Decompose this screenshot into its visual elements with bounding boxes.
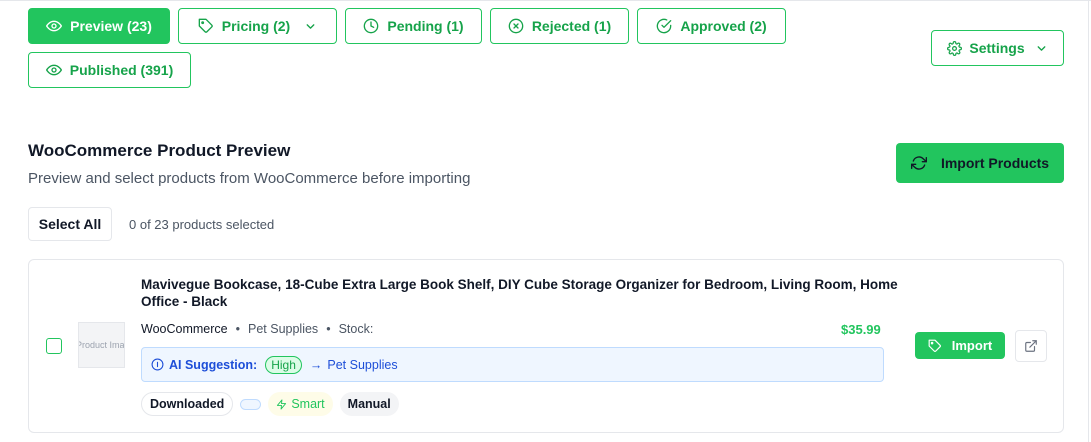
info-icon bbox=[151, 358, 164, 371]
meta-separator: • bbox=[326, 322, 331, 336]
tag-manual: Manual bbox=[339, 392, 399, 416]
tab-pricing-label: Pricing (2) bbox=[221, 18, 291, 34]
product-image-alt: Product Image bbox=[78, 340, 125, 350]
tag-icon bbox=[198, 18, 213, 33]
import-button-label: Import bbox=[951, 338, 993, 353]
tab-pricing[interactable]: Pricing (2) bbox=[178, 8, 337, 44]
tag-smart-label: Smart bbox=[291, 397, 325, 411]
tag-smart: Smart bbox=[268, 392, 333, 416]
product-source: WooCommerce bbox=[141, 322, 228, 336]
tag-icon bbox=[928, 339, 941, 352]
product-category: Pet Supplies bbox=[248, 322, 319, 336]
import-products-label: Import Products bbox=[940, 155, 1050, 171]
tab-published[interactable]: Published (391) bbox=[28, 52, 191, 88]
check-circle-icon bbox=[657, 18, 672, 34]
eye-icon bbox=[46, 20, 63, 32]
refresh-icon bbox=[910, 156, 927, 170]
select-all-button[interactable]: Select All bbox=[28, 207, 112, 241]
tab-approved[interactable]: Approved (2) bbox=[637, 8, 786, 44]
tab-rejected-label: Rejected (1) bbox=[531, 18, 612, 34]
product-stock: Stock: bbox=[338, 322, 374, 336]
meta-separator: • bbox=[235, 322, 240, 336]
scrollbar-edge bbox=[1088, 0, 1089, 442]
gear-icon bbox=[947, 40, 963, 56]
tab-published-label: Published (391) bbox=[69, 62, 174, 78]
x-circle-icon bbox=[508, 18, 524, 34]
chevron-down-icon bbox=[1037, 45, 1046, 51]
product-meta: WooCommerce • Pet Supplies • Stock: bbox=[141, 322, 373, 336]
tag-empty bbox=[240, 398, 262, 410]
top-divider bbox=[0, 0, 1091, 1]
product-tags: Downloaded Smart Manual bbox=[141, 392, 399, 416]
ai-suggested-category: Pet Supplies bbox=[327, 357, 398, 372]
tab-preview-label: Preview (23) bbox=[70, 18, 152, 34]
selection-count: 0 of 23 products selected bbox=[129, 217, 275, 232]
tab-preview[interactable]: Preview (23) bbox=[28, 8, 170, 44]
tab-rejected[interactable]: Rejected (1) bbox=[490, 8, 629, 44]
lightning-icon bbox=[277, 398, 287, 410]
ai-suggestion-label: AI Suggestion: bbox=[169, 357, 258, 372]
tab-approved-label: Approved (2) bbox=[680, 18, 767, 34]
section-subtitle: Preview and select products from WooComm… bbox=[28, 170, 471, 187]
open-external-button[interactable] bbox=[1015, 330, 1047, 362]
product-price: $35.99 bbox=[841, 322, 881, 337]
product-title: Mavivegue Bookcase, 18-Cube Extra Large … bbox=[141, 277, 898, 309]
eye-icon bbox=[45, 64, 62, 76]
tab-pending[interactable]: Pending (1) bbox=[345, 8, 482, 44]
settings-button[interactable]: Settings bbox=[931, 30, 1064, 66]
chevron-down-icon bbox=[306, 23, 315, 29]
clock-icon bbox=[364, 18, 379, 34]
external-link-icon bbox=[1025, 340, 1037, 352]
ai-confidence-badge: High bbox=[265, 355, 302, 374]
section-title: WooCommerce Product Preview bbox=[28, 141, 291, 160]
tag-downloaded: Downloaded bbox=[141, 392, 234, 416]
product-checkbox[interactable] bbox=[46, 338, 62, 354]
import-products-button[interactable]: Import Products bbox=[896, 143, 1064, 183]
ai-arrow: → bbox=[309, 357, 323, 372]
tab-pending-label: Pending (1) bbox=[387, 18, 464, 34]
import-button[interactable]: Import bbox=[915, 332, 1005, 359]
settings-label: Settings bbox=[969, 40, 1025, 56]
product-card: Product Image Mavivegue Bookcase, 18-Cub… bbox=[28, 259, 1064, 433]
product-thumbnail: Product Image bbox=[78, 322, 125, 368]
ai-suggestion-box: AI Suggestion: High → Pet Supplies bbox=[141, 347, 884, 382]
